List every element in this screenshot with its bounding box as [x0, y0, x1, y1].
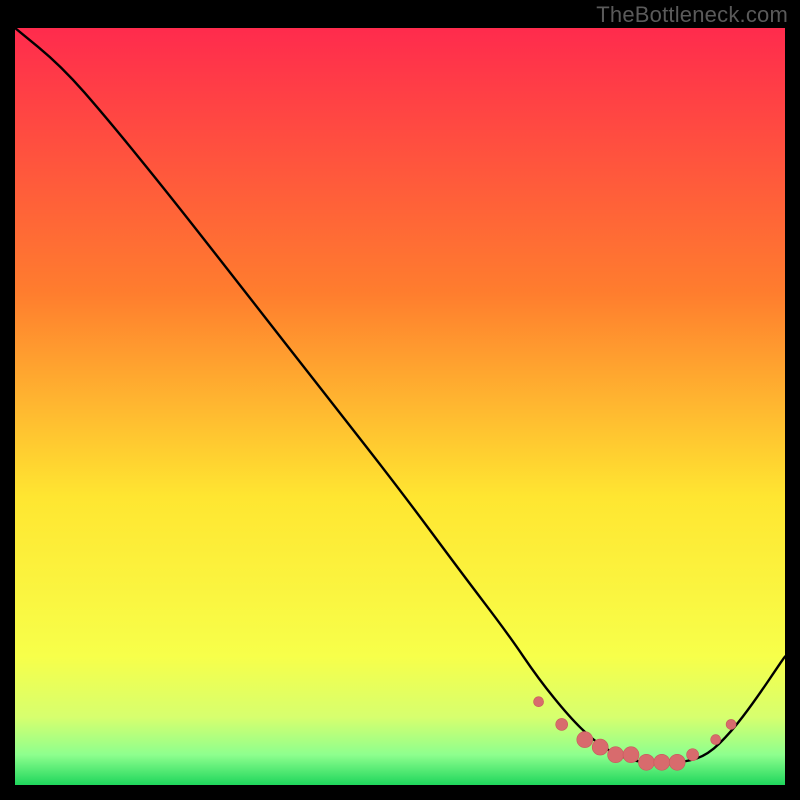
curve-marker	[534, 697, 544, 707]
chart-frame: TheBottleneck.com	[0, 0, 800, 800]
curve-marker	[577, 732, 593, 748]
curve-marker	[687, 749, 699, 761]
curve-marker	[669, 754, 685, 770]
curve-marker	[726, 719, 736, 729]
gradient-background	[15, 28, 785, 785]
curve-marker	[608, 747, 624, 763]
curve-marker	[711, 735, 721, 745]
chart-plot-area	[15, 28, 785, 785]
curve-marker	[654, 754, 670, 770]
curve-marker	[638, 754, 654, 770]
watermark-text: TheBottleneck.com	[596, 2, 788, 28]
curve-marker	[556, 718, 568, 730]
curve-marker	[592, 739, 608, 755]
curve-marker	[623, 747, 639, 763]
chart-svg	[15, 28, 785, 785]
